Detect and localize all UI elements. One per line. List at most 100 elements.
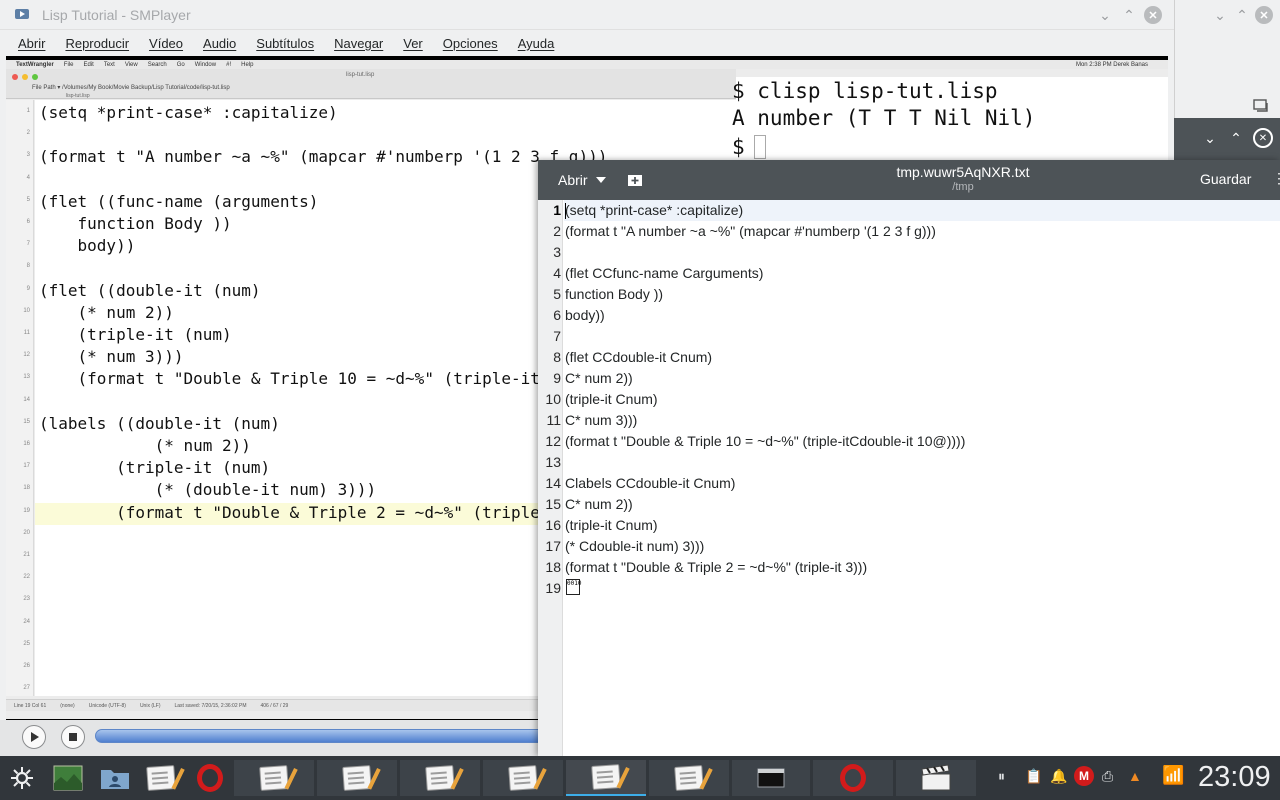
menu-video[interactable]: Vídeo	[149, 36, 183, 51]
editor-line-number: 21	[23, 552, 30, 558]
maximize-button[interactable]: ⌃	[1227, 129, 1245, 147]
editor-gutter: 1 2 3 4 5 6 7 8 9 10 11 12 13 14 15 16 17 18 19 20 21 22 23 24 2…	[6, 100, 34, 713]
text-line: (format t "Double & Triple 10 = ~d~%" (t…	[565, 433, 966, 449]
stop-icon	[69, 733, 77, 741]
menu-reproducir[interactable]: Reproducir	[65, 36, 129, 51]
minimize-button[interactable]: ⌄	[1096, 6, 1114, 24]
minimize-button[interactable]: ⌄	[1211, 6, 1229, 24]
folder-icon	[101, 770, 129, 789]
taskbar-notes[interactable]	[143, 760, 179, 796]
network-icon[interactable]: 📶	[1162, 765, 1184, 786]
menu-ayuda[interactable]: Ayuda	[518, 36, 555, 51]
stop-button[interactable]	[61, 725, 85, 749]
text-line: Clabels CCdouble-it Cnum)	[565, 475, 736, 491]
taskbar-desktop-app[interactable]	[50, 760, 86, 796]
status-item: Unicode (UTF-8)	[88, 702, 126, 709]
close-button[interactable]: ✕	[1253, 128, 1273, 148]
text-editor-icon	[591, 764, 621, 790]
editor-line-number: 20	[23, 529, 30, 536]
mail-m-icon[interactable]: M	[1074, 766, 1094, 786]
editor-line-number: 7	[26, 241, 30, 248]
menu-subtitulos[interactable]: Subtítulos	[256, 36, 314, 51]
editor-line-number: 16	[23, 441, 30, 447]
menu-navegar[interactable]: Navegar	[334, 36, 383, 51]
open-button[interactable]: Abrir	[548, 168, 616, 192]
taskbar-task-editor-2[interactable]	[317, 760, 397, 796]
code-line: (setq *print-case* :capitalize)	[39, 103, 338, 122]
save-button[interactable]: Guardar	[1200, 171, 1251, 187]
close-button[interactable]: ✕	[1255, 6, 1273, 24]
line-number: 10	[545, 391, 561, 407]
editor-line-number: 8	[26, 263, 30, 270]
clapperboard-icon	[921, 764, 951, 791]
editor-line-number: 9	[26, 285, 30, 292]
updates-arrow-icon[interactable]: ▲	[1128, 768, 1142, 784]
chevron-down-icon	[595, 177, 606, 183]
clock[interactable]: 23:09	[1198, 761, 1271, 794]
text-editor-icon	[259, 765, 289, 791]
maximize-button[interactable]: ⌃	[1120, 6, 1138, 24]
unknown-character-glyph: 0010	[566, 579, 581, 595]
smplayer-titlebar[interactable]: Lisp Tutorial - SMPlayer ⌄ ⌃ ✕	[0, 0, 1174, 30]
text-editor-icon	[146, 765, 176, 791]
taskbar-task-editor-5[interactable]	[566, 760, 646, 796]
text-line: (format t "Double & Triple 2 = ~d~%" (tr…	[565, 559, 868, 575]
editor-line-number: 3	[26, 152, 30, 159]
media-pause-icon[interactable]: ⏸	[998, 768, 1005, 785]
play-button[interactable]	[22, 725, 46, 749]
line-number: 16	[545, 517, 561, 533]
window-list-icon	[1253, 99, 1268, 112]
line-number: 3	[553, 244, 561, 260]
code-line: (flet ((double-it (num)	[39, 280, 261, 300]
notifications-icon[interactable]: 🔔	[1050, 768, 1067, 785]
new-document-button[interactable]	[624, 170, 646, 190]
code-line: (* (double-it num) 3)))	[39, 480, 377, 500]
application-launcher[interactable]	[4, 760, 40, 796]
minimize-button[interactable]: ⌄	[1201, 129, 1219, 147]
maximize-button[interactable]: ⌃	[1233, 6, 1251, 24]
taskbar-task-smplayer[interactable]	[896, 760, 976, 796]
editor-line-number: 24	[23, 618, 30, 625]
line-number: 8	[553, 349, 561, 365]
taskbar-task-opera[interactable]	[813, 760, 893, 796]
traffic-light-close-icon	[12, 74, 18, 80]
close-button[interactable]: ✕	[1144, 6, 1162, 24]
line-number: 5	[553, 286, 561, 302]
taskbar-task-editor-3[interactable]	[400, 760, 480, 796]
editor-line-number: 13	[23, 374, 30, 381]
code-line: (* num 2))	[39, 302, 174, 322]
text-line: (format t "A number ~a ~%" (mapcar #'num…	[565, 223, 936, 239]
menu-audio[interactable]: Audio	[203, 36, 236, 51]
editor-line-number: 4	[26, 174, 30, 181]
taskbar-task-editor-1[interactable]	[234, 760, 314, 796]
video-mac-menubar: TextWrangler File Edit Text View Search …	[6, 60, 1168, 69]
code-line: (flet ((func-name (arguments)	[39, 191, 319, 211]
text-line: C* num 2))	[565, 496, 633, 512]
gedit-window: Abrir tmp.wuwr5AqNXR.txt /tmp Guardar ⋮ …	[538, 160, 1280, 756]
editor-line-number: 26	[23, 663, 30, 669]
clipboard-icon[interactable]: 📋	[1025, 768, 1042, 785]
menu-opciones[interactable]: Opciones	[443, 36, 498, 51]
line-number: 19	[545, 580, 561, 596]
text-line: (triple-it Cnum)	[565, 391, 658, 407]
line-number: 2	[553, 223, 561, 239]
editor-filename: lisp-tut.lisp	[346, 72, 375, 78]
menu-ver[interactable]: Ver	[403, 36, 423, 51]
hamburger-menu-icon[interactable]: ⋮	[1272, 170, 1280, 187]
taskbar-task-editor-4[interactable]	[483, 760, 563, 796]
smplayer-menubar: Abrir Reproducir Vídeo Audio Subtítulos …	[0, 30, 1174, 56]
menu-abrir[interactable]: Abrir	[18, 36, 45, 51]
taskbar-task-terminal[interactable]	[732, 760, 810, 796]
taskbar-task-editor-6[interactable]	[649, 760, 729, 796]
line-number: 1	[553, 202, 561, 218]
window-title: Lisp Tutorial - SMPlayer	[42, 7, 191, 23]
line-number: 12	[545, 433, 561, 449]
taskbar-file-manager[interactable]	[97, 760, 133, 796]
text-line: body))	[565, 307, 605, 323]
status-item: Last saved: 7/20/15, 2:36:02 PM	[174, 702, 247, 709]
printer-icon[interactable]: ⎙	[1102, 768, 1113, 785]
new-tab-icon	[628, 175, 642, 186]
terminal-cursor	[754, 135, 766, 159]
taskbar-opera[interactable]	[190, 760, 230, 796]
code-line: (* num 2))	[39, 436, 251, 455]
